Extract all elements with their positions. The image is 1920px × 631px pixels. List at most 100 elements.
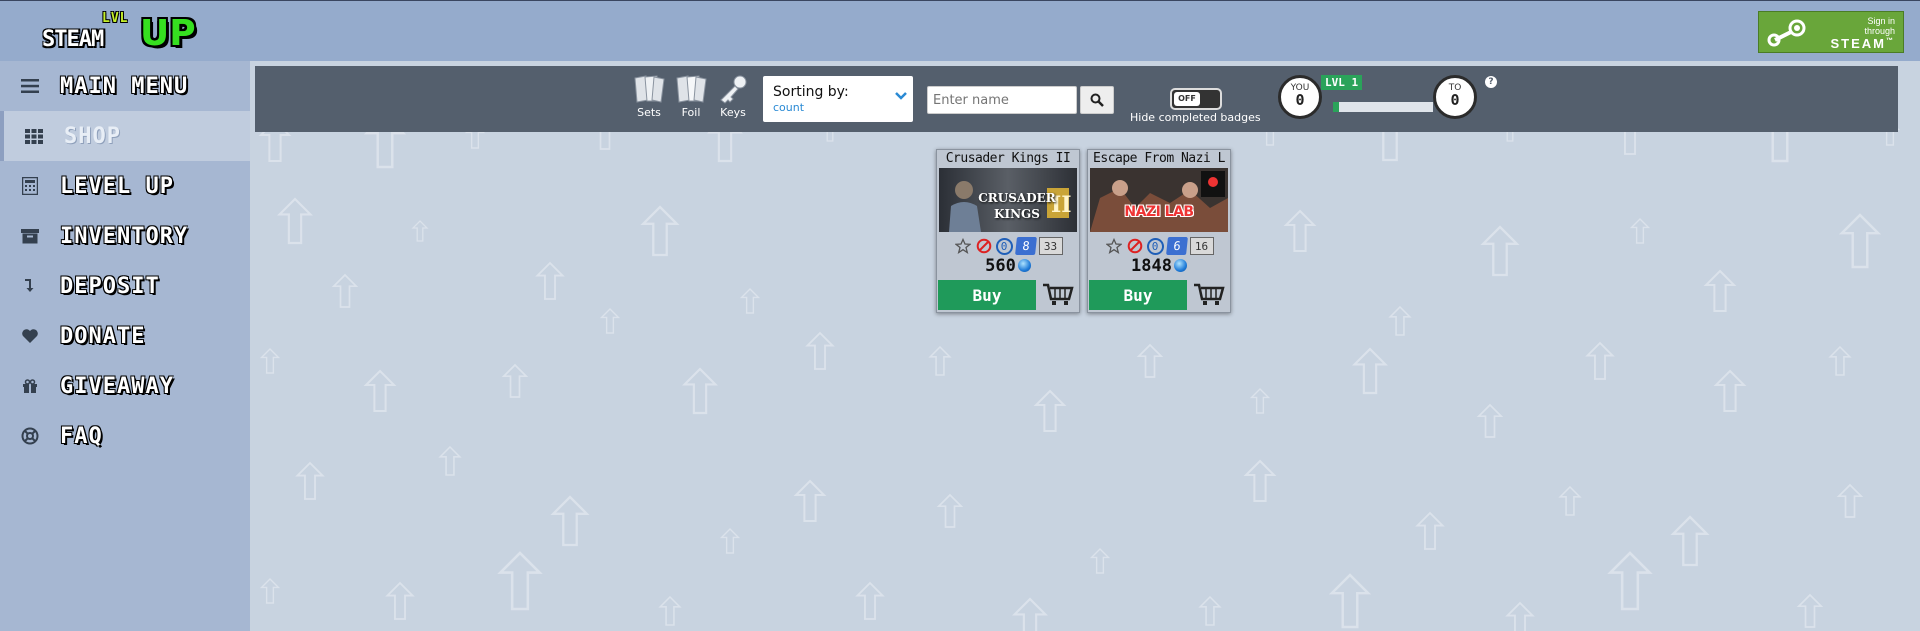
blacklist-icon[interactable]: [1126, 237, 1144, 255]
banner-title-text: NAZI LAB: [1124, 204, 1194, 220]
game-title: Escape From Nazi L: [1093, 151, 1225, 166]
background-arrow: [1836, 483, 1864, 518]
help-icon[interactable]: ?: [1485, 76, 1497, 88]
archive-icon: [20, 226, 40, 246]
level-progress-bar: [1333, 102, 1433, 112]
filter-keys-button[interactable]: Keys: [715, 74, 751, 119]
sidebar-item-label: DONATE: [60, 323, 146, 349]
game-stats: 0 8 33: [937, 236, 1079, 256]
sidebar-item-label: LEVEL UP: [60, 173, 174, 199]
background-arrow: [535, 261, 565, 300]
cards-sets-icon: [631, 74, 667, 104]
background-arrow: [1607, 551, 1653, 611]
background-arrow: [1328, 573, 1372, 629]
sort-dropdown[interactable]: Sorting by: count: [763, 76, 913, 122]
owned-count: 0: [1146, 237, 1164, 255]
background-arrow: [1089, 548, 1111, 574]
steam-logo-icon: [1767, 19, 1806, 47]
background-arrow: [1283, 209, 1317, 252]
background-arrow: [936, 493, 964, 528]
sidebar-item-giveaway[interactable]: GIVEAWAY: [0, 361, 250, 411]
background-arrow: [1352, 347, 1388, 395]
search-input[interactable]: [927, 86, 1077, 114]
cards-count: 6: [1165, 237, 1188, 255]
calculator-icon: [20, 176, 40, 196]
level-progress-fill: [1333, 102, 1339, 112]
sidebar-item-deposit[interactable]: DEPOSIT: [0, 261, 250, 311]
background-arrow: [1198, 595, 1222, 626]
sort-value: count: [773, 101, 805, 114]
background-arrow: [277, 197, 313, 245]
background-arrow: [805, 331, 835, 370]
background-arrow: [1388, 305, 1412, 336]
filter-sets-label: Sets: [637, 106, 661, 119]
gem-icon: [1173, 259, 1187, 272]
signin-line1: Sign in: [1867, 16, 1895, 26]
level-badge: LVL 1: [1321, 75, 1363, 90]
price-value: 560: [985, 256, 1016, 276]
game-card-crusader-kings-ii[interactable]: Crusader Kings II II CRUSADER KINGS 0 8 …: [936, 149, 1080, 313]
filter-sets-button[interactable]: Sets: [631, 74, 667, 119]
buy-button[interactable]: Buy: [1089, 280, 1187, 310]
sidebar-item-main-menu[interactable]: MAIN MENU: [0, 61, 250, 111]
sidebar-item-inventory[interactable]: INVENTORY: [0, 211, 250, 261]
filter-foil-button[interactable]: Foil: [673, 74, 709, 119]
add-to-cart-icon[interactable]: [1041, 282, 1075, 308]
background-arrow: [411, 220, 429, 242]
background-arrow: [1670, 515, 1710, 567]
filter-foil-label: Foil: [681, 106, 701, 119]
background-arrow: [658, 595, 682, 626]
background-arrow: [855, 581, 885, 620]
sidebar-item-label: SHOP: [64, 123, 121, 149]
background-arrow: [1249, 388, 1271, 414]
sidebar: MAIN MENU SHOP LEVEL UP INVENTORY DEPOSI…: [0, 61, 250, 631]
grid-icon: [24, 126, 44, 146]
logo-up-text: UP: [140, 13, 196, 54]
heart-icon: [20, 326, 40, 346]
background-arrow: [1505, 601, 1535, 631]
background-arrow: [1136, 343, 1164, 378]
game-stats: 0 6 16: [1088, 236, 1230, 256]
sidebar-item-label: FAQ: [60, 423, 103, 449]
steam-signin-button[interactable]: Sign in through STEAM™: [1758, 11, 1904, 53]
wishlist-star-icon[interactable]: [1105, 237, 1123, 255]
you-value: 0: [1295, 91, 1305, 109]
hide-completed-label: Hide completed badges: [1130, 111, 1261, 124]
signin-tm: ™: [1886, 37, 1895, 45]
background-arrow: [259, 578, 281, 604]
steamlvlup-logo[interactable]: LVL STEAM UP: [40, 11, 210, 54]
background-arrow: [438, 445, 462, 476]
background-arrow: [1033, 389, 1067, 432]
hide-completed-toggle[interactable]: OFF: [1170, 88, 1222, 110]
game-banner-image: II CRUSADER KINGS: [939, 168, 1077, 232]
wishlist-star-icon[interactable]: [954, 237, 972, 255]
chevron-down-icon: [895, 89, 907, 105]
blacklist-icon[interactable]: [975, 237, 993, 255]
background-arrow: [1585, 341, 1615, 380]
background-arrow: [1480, 225, 1520, 277]
you-level-circle: YOU 0: [1278, 75, 1322, 119]
logo-lvl-text: LVL: [102, 11, 129, 26]
filter-keys-label: Keys: [720, 106, 746, 119]
search-button[interactable]: [1080, 86, 1114, 114]
background-arrow: [1838, 213, 1882, 269]
game-title: Crusader Kings II: [945, 151, 1071, 166]
background-arrow: [1558, 485, 1582, 516]
sidebar-item-faq[interactable]: FAQ: [0, 411, 250, 461]
cards-foil-icon: [673, 74, 709, 104]
background-arrow: [331, 273, 359, 308]
sidebar-item-level-up[interactable]: LEVEL UP: [0, 161, 250, 211]
search-icon: [1090, 93, 1104, 107]
background-arrow: [1012, 597, 1048, 631]
sidebar-item-donate[interactable]: DONATE: [0, 311, 250, 361]
top-header: LVL STEAM UP Sign in through STEAM™: [0, 0, 1920, 61]
sidebar-item-shop[interactable]: SHOP: [0, 111, 250, 161]
game-card-escape-from-nazi-lab[interactable]: Escape From Nazi L NAZI LAB 0 6 16 1848 …: [1087, 149, 1231, 313]
logo-steam-text: STEAM: [42, 27, 104, 52]
buy-button[interactable]: Buy: [938, 280, 1036, 310]
signin-text: Sign in through: [1805, 16, 1895, 36]
game-banner-image: NAZI LAB: [1090, 168, 1228, 232]
background-arrow: [259, 348, 281, 374]
sort-title: Sorting by:: [773, 84, 849, 100]
add-to-cart-icon[interactable]: [1192, 282, 1226, 308]
